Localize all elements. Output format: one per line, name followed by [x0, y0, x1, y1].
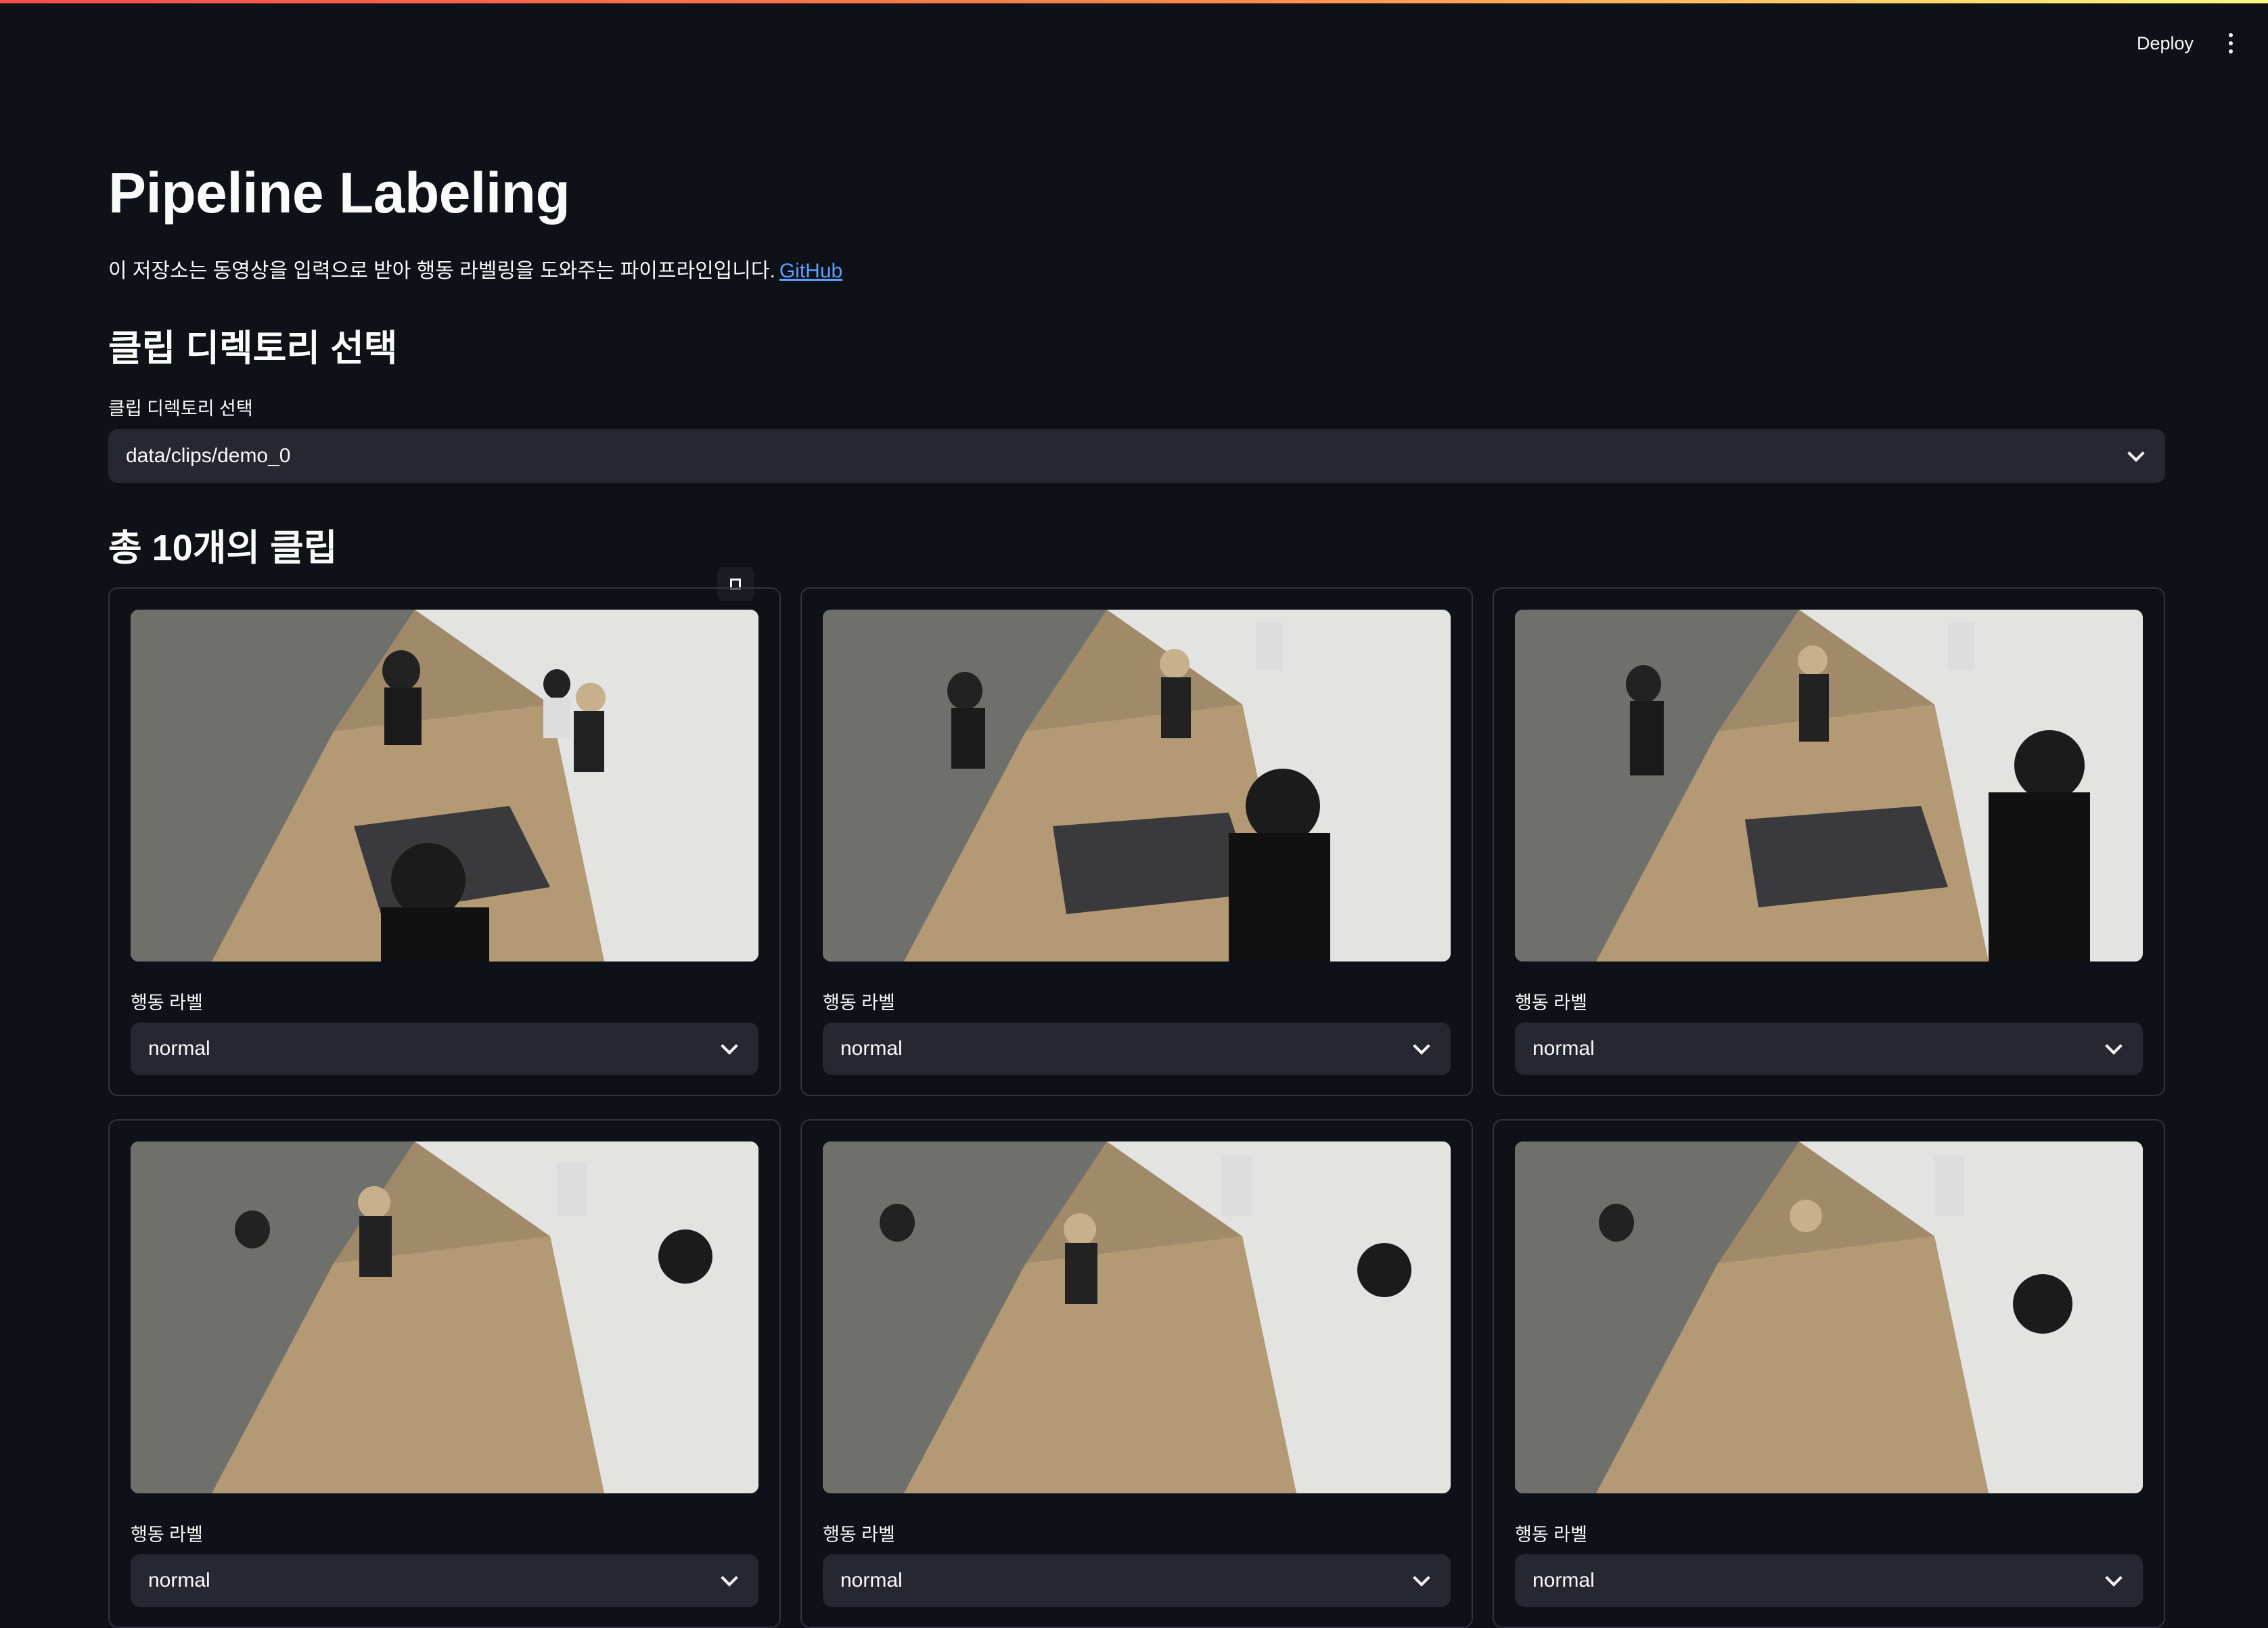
action-label-value: normal — [1533, 1569, 1595, 1591]
action-label-title: 행동 라벨 — [131, 1524, 203, 1545]
action-label-select[interactable]: normal — [131, 1554, 758, 1607]
action-label-value: normal — [1533, 1037, 1595, 1060]
clips-section-heading: 총 10개의 클립 — [108, 528, 338, 568]
app-header: Deploy — [0, 3, 2268, 78]
clip-card: 행동 라벨 normal — [108, 1119, 781, 1628]
action-label-value: normal — [148, 1037, 210, 1060]
deploy-button[interactable]: Deploy — [2130, 29, 2200, 58]
clip-card: 행동 라벨 normal — [1493, 1119, 2165, 1628]
action-label-title: 행동 라벨 — [823, 1524, 895, 1545]
action-label-title: 행동 라벨 — [131, 993, 203, 1013]
action-label-select[interactable]: normal — [823, 1022, 1451, 1075]
clip-card: 행동 라벨 normal — [108, 587, 781, 1096]
action-label-title: 행동 라벨 — [1515, 1524, 1587, 1545]
action-label-select[interactable]: normal — [1515, 1554, 2143, 1607]
clip-video-thumbnail[interactable] — [131, 1141, 758, 1493]
clip-card: 행동 라벨 normal — [800, 1119, 1473, 1628]
description-text: 이 저장소는 동영상을 입력으로 받아 행동 라벨링을 도와주는 파이프라인입니… — [108, 260, 775, 282]
directory-section-heading: 클립 디렉토리 선택 — [108, 328, 398, 369]
chevron-down-icon — [721, 1037, 738, 1055]
clip-video-thumbnail[interactable] — [823, 1141, 1451, 1493]
more-vertical-icon[interactable] — [2221, 28, 2241, 59]
action-label-title: 행동 라벨 — [1515, 993, 1587, 1013]
clip-video-thumbnail[interactable] — [1515, 610, 2143, 962]
clip-card: 행동 라벨 normal — [800, 587, 1473, 1096]
action-label-value: normal — [148, 1569, 210, 1591]
action-label-title: 행동 라벨 — [823, 993, 895, 1013]
clip-video-thumbnail[interactable] — [1515, 1141, 2143, 1493]
clip-video-thumbnail[interactable] — [131, 610, 758, 962]
directory-select-label: 클립 디렉토리 선택 — [108, 399, 253, 419]
action-label-select[interactable]: normal — [1515, 1022, 2143, 1075]
directory-select-value: data/clips/demo_0 — [126, 445, 291, 467]
chevron-down-icon — [2105, 1037, 2123, 1055]
page-description: 이 저장소는 동영상을 입력으로 받아 행동 라벨링을 도와주는 파이프라인입니… — [108, 254, 842, 284]
page-title: Pipeline Labeling — [108, 161, 570, 225]
clip-video-thumbnail[interactable] — [823, 610, 1451, 962]
action-label-select[interactable]: normal — [131, 1022, 758, 1075]
chevron-down-icon — [1413, 1569, 1430, 1587]
action-label-value: normal — [840, 1569, 903, 1591]
action-label-value: normal — [840, 1037, 903, 1060]
action-label-select[interactable]: normal — [823, 1554, 1451, 1607]
chevron-down-icon — [721, 1569, 738, 1587]
chevron-down-icon — [2127, 445, 2145, 462]
chevron-down-icon — [2105, 1569, 2123, 1587]
github-link[interactable]: GitHub — [779, 260, 842, 282]
chevron-down-icon — [1413, 1037, 1430, 1055]
clip-card: 행동 라벨 normal — [1493, 587, 2165, 1096]
directory-select[interactable]: data/clips/demo_0 — [108, 429, 2165, 483]
